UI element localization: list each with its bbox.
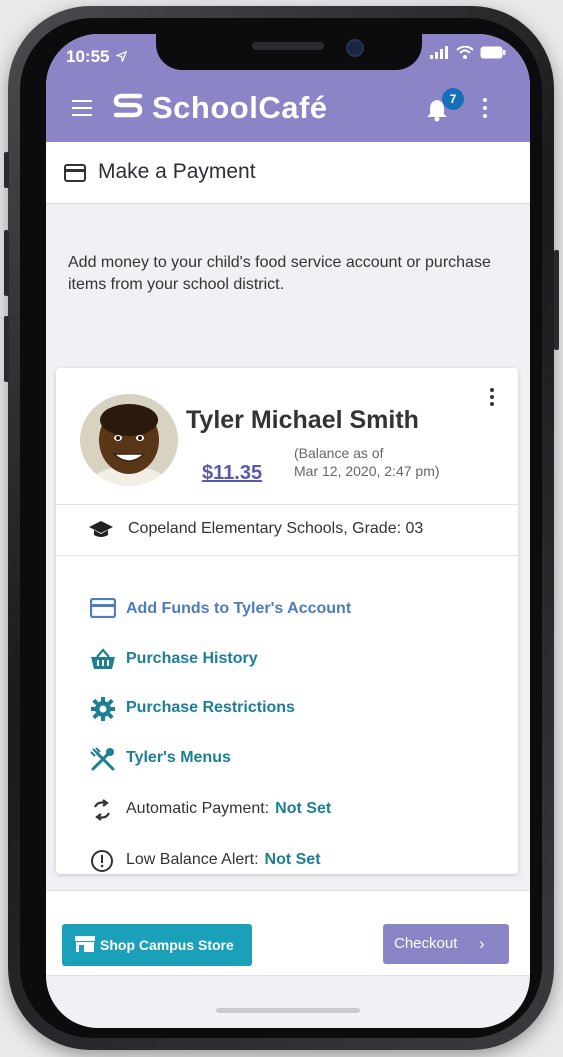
app-logo: SchoolCafé [112,90,328,128]
basket-icon [91,648,115,669]
low-balance-alert-value[interactable]: Not Set [265,851,321,868]
student-avatar [80,394,178,486]
student-name: Tyler Michael Smith [186,406,419,434]
sync-icon [94,799,110,821]
checkout-button[interactable]: Checkout › [383,924,509,964]
mute-switch [4,152,9,188]
credit-card-icon [64,164,86,182]
battery-icon [480,46,506,59]
schoolcafe-logo-icon [113,93,143,118]
automatic-payment-value[interactable]: Not Set [275,800,331,817]
automatic-payment-label: Automatic Payment: [126,800,270,817]
page-title: Make a Payment [98,160,256,183]
gear-icon [91,697,115,721]
credit-card-icon [90,598,116,618]
hamburger-menu-icon[interactable] [72,100,92,121]
graduation-cap-icon [89,521,113,537]
alert-circle-icon [91,850,113,872]
school-row: Copeland Elementary Schools, Grade: 03 [56,504,518,556]
volume-down-button [4,316,9,382]
signal-icon [429,46,448,59]
utensils-icon [90,747,115,771]
wifi-icon [456,45,474,59]
shop-campus-store-button[interactable]: Shop Campus Store [62,924,252,966]
status-time: 10:55 [66,47,128,67]
balance-timestamp: (Balance as of Mar 12, 2020, 2:47 pm) [294,445,440,479]
app-screen: 10:55 SchoolCafé 7 Make a Payment Add mo… [46,34,530,1028]
low-balance-alert-label: Low Balance Alert: [126,851,259,868]
earpiece-speaker [252,42,324,50]
phone-notch [156,34,422,70]
power-button [554,250,559,350]
balance-amount-link[interactable]: $11.35 [202,462,262,485]
volume-up-button [4,230,9,296]
location-arrow-icon [114,50,128,64]
front-camera [346,39,364,57]
student-card: Tyler Michael Smith $11.35 (Balance as o… [56,368,518,874]
intro-text: Add money to your child's food service a… [68,254,491,293]
overflow-menu-icon[interactable] [483,98,487,122]
school-name: Copeland Elementary Schools, Grade: 03 [128,520,424,537]
notification-count-badge: 7 [442,88,464,110]
status-icons [429,45,506,63]
store-icon [75,936,95,952]
footer-actions: Shop Campus Store Checkout › [46,890,530,976]
chevron-right-icon: › [479,934,485,953]
logo-text: SchoolCafé [152,90,328,125]
home-indicator [216,1008,360,1013]
page-title-bar: Make a Payment [46,142,530,204]
student-options-icon[interactable] [490,388,494,409]
